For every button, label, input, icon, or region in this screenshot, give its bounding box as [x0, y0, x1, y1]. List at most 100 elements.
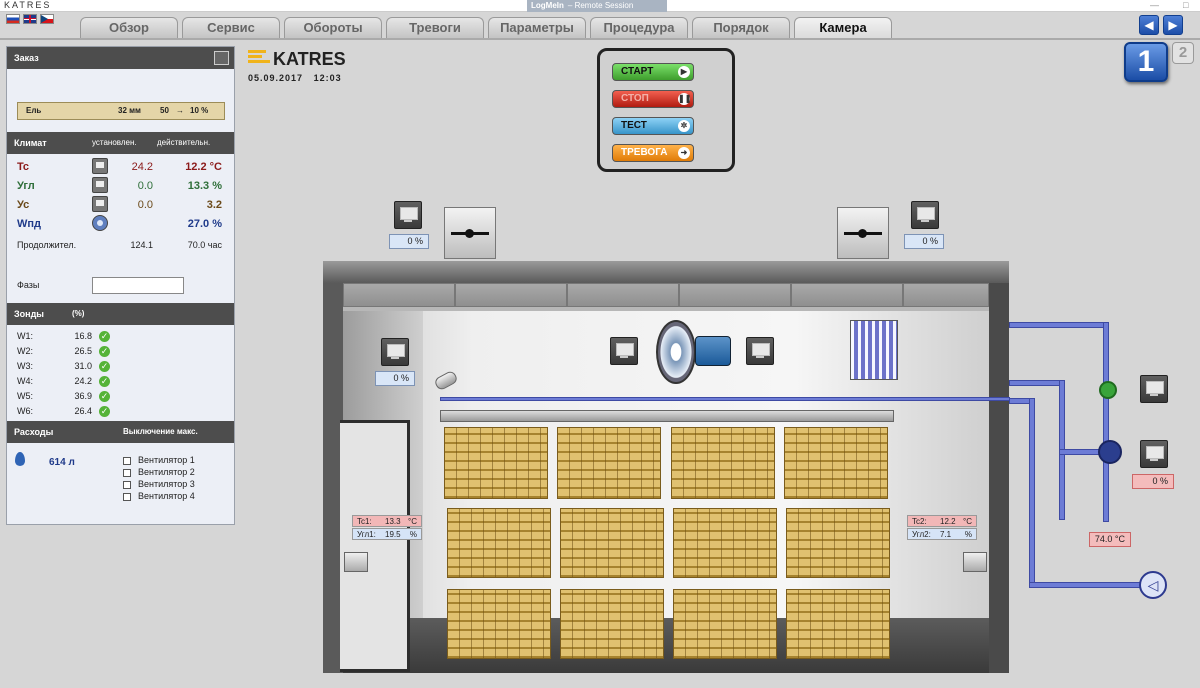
fan-checkbox-row[interactable]: Вентилятор 4 [123, 491, 195, 501]
climate-set: 0.0 [137, 199, 153, 211]
tab-camera[interactable]: Камера [794, 17, 892, 39]
probe-value: 16.8 [74, 331, 92, 341]
fan-label: Вентилятор 2 [138, 467, 195, 477]
water-drop-icon [15, 452, 25, 466]
probe-value: 24.2 [74, 376, 92, 386]
monitor-icon[interactable] [92, 196, 108, 212]
ceiling-beam [903, 283, 989, 307]
lumber-stack [447, 508, 551, 578]
tab-service[interactable]: Сервис [182, 17, 280, 38]
pipe [440, 397, 1010, 401]
nozzle-value: 0 % [375, 371, 415, 386]
stop-button[interactable]: СТОП ❚❚ [612, 90, 694, 108]
ceiling-beam [455, 283, 567, 307]
tab-overview[interactable]: Обзор [80, 17, 178, 38]
climate-label: Wпд [17, 218, 42, 230]
probe-label: W6: [17, 406, 34, 416]
monitor-icon[interactable] [1140, 440, 1168, 468]
app-name: KATRES [4, 0, 52, 10]
fan-checkbox[interactable] [123, 456, 131, 465]
max-off-label: Выключение макс. [123, 427, 198, 436]
play-icon: ▶ [678, 66, 690, 78]
katres-logo-icon [248, 50, 270, 66]
fan-mode-icon[interactable] [92, 215, 108, 231]
flag-english-icon[interactable] [23, 14, 37, 24]
test-button[interactable]: ТЕСТ ✲ [612, 117, 694, 135]
alarm-arrow-icon: ➜ [678, 147, 690, 159]
climate-actual: 3.2 [206, 199, 222, 211]
monitor-icon[interactable] [610, 337, 638, 365]
lumber-stack [673, 508, 777, 578]
pipe [1009, 322, 1107, 328]
vent-right-value: 0 % [904, 234, 944, 249]
climate-label: Tc [17, 161, 30, 173]
check-icon: ✓ [99, 361, 110, 372]
fan-checkbox-row[interactable]: Вентилятор 3 [123, 479, 195, 489]
maximize-icon[interactable]: □ [1183, 0, 1188, 10]
order-summary: Ель 32 мм 50 → 10 % [17, 102, 225, 120]
tab-alarms[interactable]: Тревоги [386, 17, 484, 38]
probe-value: 31.0 [74, 361, 92, 371]
vent-unit-right [837, 207, 889, 259]
monitor-icon[interactable] [92, 158, 108, 174]
climate-row: Ус 0.0 3.2 [17, 196, 227, 214]
prev-arrow-icon[interactable]: ◀ [1139, 15, 1159, 35]
ceiling-beam [679, 283, 791, 307]
alarm-button[interactable]: ТРЕВОГА ➜ [612, 144, 694, 162]
start-button[interactable]: СТАРТ ▶ [612, 63, 694, 81]
probe-value: 36.9 [74, 391, 92, 401]
lumber-stack [786, 589, 890, 659]
consumption-header: Расходы Выключение макс. [7, 421, 234, 443]
water-temperature: 74.0 °C [1089, 532, 1131, 547]
flag-russian-icon[interactable] [6, 14, 20, 24]
flag-czech-icon[interactable] [40, 14, 54, 24]
edit-order-icon[interactable] [214, 51, 229, 65]
monitor-icon[interactable] [746, 337, 774, 365]
sensor-1-humidity: Угл1: 19.5% [352, 528, 422, 540]
probe-row: W3: 31.0 ✓ [17, 361, 117, 376]
lumber-stack [560, 589, 664, 659]
remote-session-label: Remote Session [574, 1, 634, 10]
snowflake-icon: ✲ [678, 120, 690, 132]
current-date: 05.09.2017 [248, 73, 304, 83]
remote-session-title: LogMeIn – Remote Session [527, 0, 667, 12]
fan-checkbox[interactable] [123, 480, 131, 489]
order-header: Заказ [7, 47, 234, 69]
probe-row: W1: 16.8 ✓ [17, 331, 117, 346]
monitor-icon[interactable] [1140, 375, 1168, 403]
pipe [1029, 582, 1141, 588]
minimize-icon[interactable]: — [1150, 0, 1159, 10]
remote-title-separator: – [567, 1, 573, 10]
lumber-stack [673, 589, 777, 659]
pump-icon: ◁ [1139, 571, 1167, 599]
fan-checkbox[interactable] [123, 492, 131, 501]
monitor-icon[interactable] [381, 338, 409, 366]
fan-checkbox-row[interactable]: Вентилятор 1 [123, 455, 195, 465]
vent-left-value: 0 % [389, 234, 429, 249]
monitor-icon[interactable] [394, 201, 422, 229]
tab-order[interactable]: Порядок [692, 17, 790, 38]
sensor-2-icon [963, 552, 987, 572]
fan-checkbox[interactable] [123, 468, 131, 477]
camera-1-button[interactable]: 1 [1124, 42, 1168, 82]
remote-app-name: LogMeIn [531, 1, 564, 10]
tab-revolutions[interactable]: Обороты [284, 17, 382, 38]
fan-checkbox-row[interactable]: Вентилятор 2 [123, 467, 195, 477]
main-tabs: Обзор Сервис Обороты Тревоги Параметры П… [80, 17, 892, 39]
tab-parameters[interactable]: Параметры [488, 17, 586, 38]
camera-2-button[interactable]: 2 [1172, 42, 1194, 64]
monitor-icon[interactable] [911, 201, 939, 229]
climate-col-set: установлен. [92, 138, 137, 147]
current-time: 12:03 [313, 73, 342, 83]
climate-header: Климат установлен. действительн. [7, 132, 234, 154]
water-consumption: 614 л [49, 457, 75, 468]
next-arrow-icon[interactable]: ▶ [1163, 15, 1183, 35]
phases-field[interactable] [92, 277, 184, 294]
monitor-icon[interactable] [92, 177, 108, 193]
order-moisture-from: 50 [160, 106, 169, 115]
probe-row: W5: 36.9 ✓ [17, 391, 117, 406]
probe-label: W4: [17, 376, 34, 386]
tab-procedure[interactable]: Процедура [590, 17, 688, 38]
probe-label: W2: [17, 346, 34, 356]
order-wood: Ель [26, 106, 42, 115]
